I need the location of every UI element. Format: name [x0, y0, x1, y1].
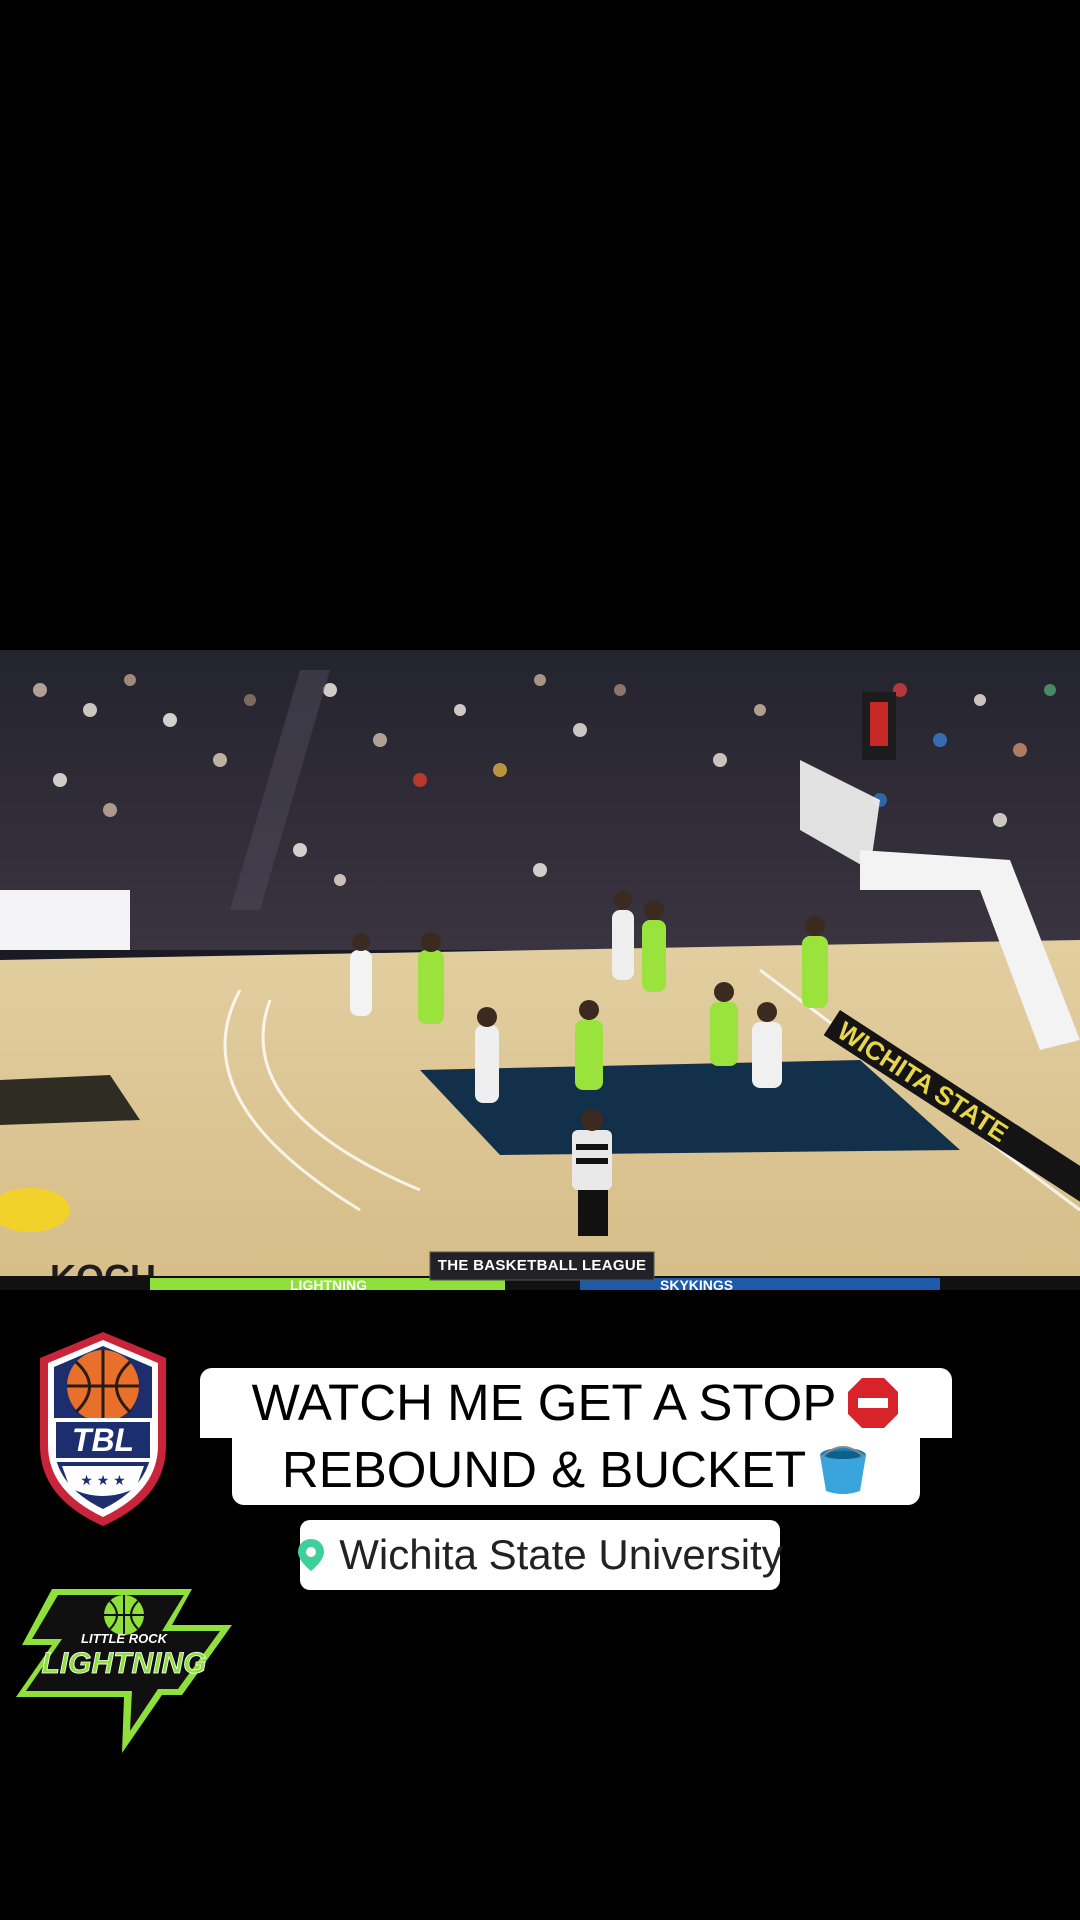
lightning-team-logo[interactable]: LITTLE ROCK LIGHTNING	[12, 1585, 234, 1757]
caption-line-1: WATCH ME GET A STOP	[200, 1368, 952, 1438]
video-frame[interactable]: WICHITA STATE KOCH LIGHTNING SKYKINGS TH…	[0, 650, 1080, 1290]
bucket-icon	[820, 1445, 867, 1494]
courtside-screen	[0, 890, 130, 950]
stop-sign-icon	[848, 1377, 899, 1428]
caption-text-2: REBOUND & BUCKET	[281, 1441, 807, 1498]
svg-text:TBL: TBL	[72, 1422, 134, 1458]
svg-text:LIGHTNING: LIGHTNING	[290, 1277, 367, 1290]
broadcast-banner: THE BASKETBALL LEAGUE	[437, 1257, 647, 1274]
basketball-court-scene: WICHITA STATE KOCH LIGHTNING SKYKINGS	[0, 650, 1080, 1290]
caption-line-2: REBOUND & BUCKET	[232, 1435, 920, 1505]
caption-text-1: WATCH ME GET A STOP	[251, 1374, 837, 1431]
location-tag[interactable]: Wichita State University	[298, 1520, 783, 1590]
svg-text:LITTLE ROCK: LITTLE ROCK	[81, 1631, 169, 1646]
location-pin-icon	[298, 1539, 325, 1571]
tbl-shield-logo[interactable]: TBL ★ ★ ★	[32, 1328, 174, 1530]
location-name: Wichita State University	[339, 1531, 783, 1578]
svg-text:SKYKINGS: SKYKINGS	[660, 1277, 733, 1290]
crowd-stands	[0, 650, 1080, 950]
svg-text:★ ★ ★: ★ ★ ★	[80, 1472, 125, 1488]
svg-text:LIGHTNING: LIGHTNING	[42, 1647, 207, 1680]
